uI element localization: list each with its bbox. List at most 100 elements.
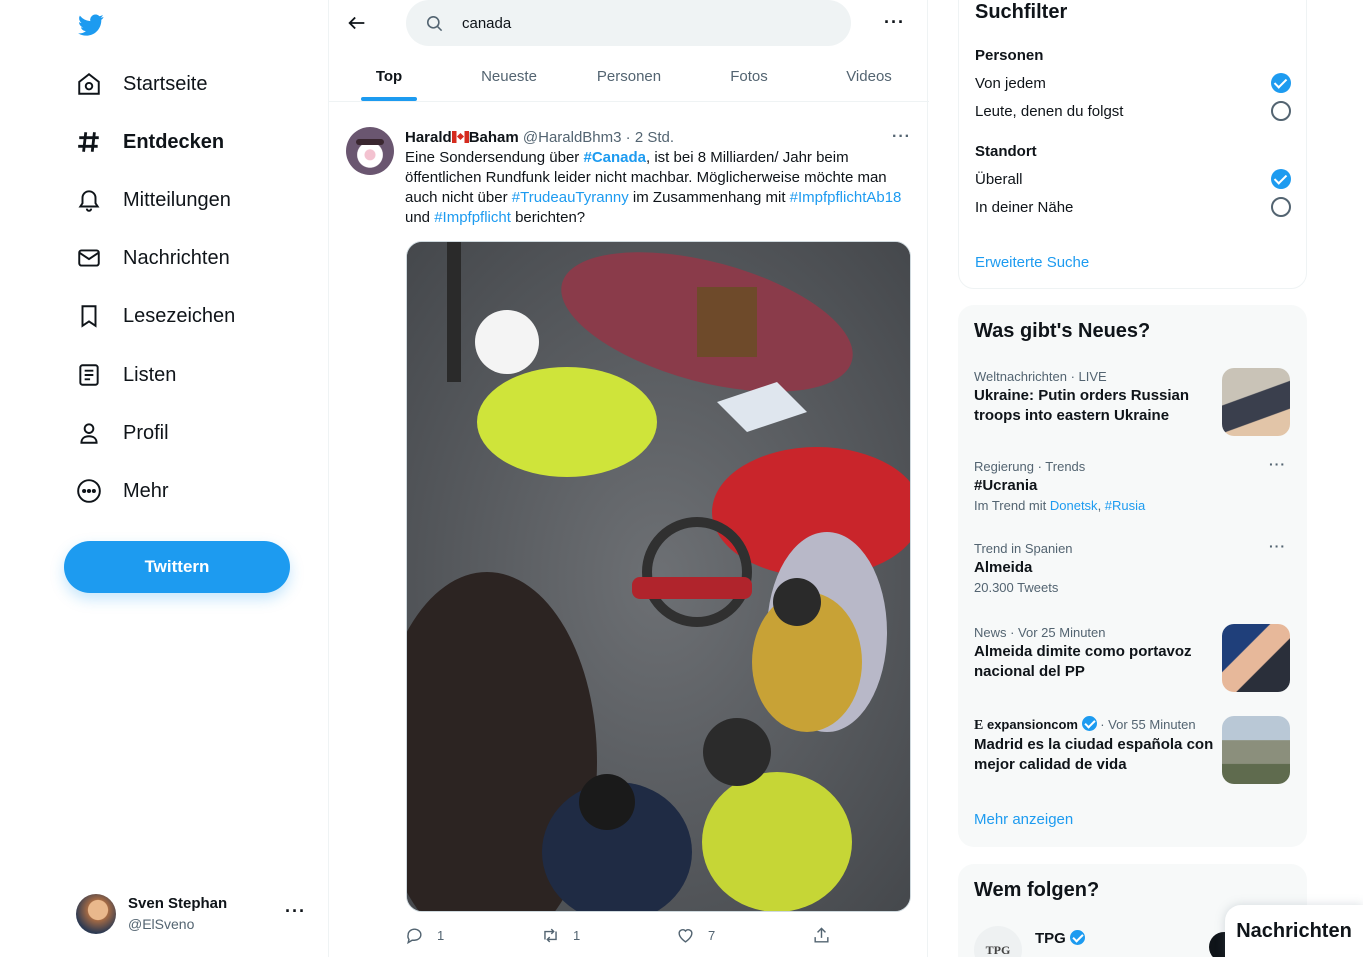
suggested-account-name[interactable]: TPG xyxy=(1035,930,1086,947)
more-icon[interactable]: ··· xyxy=(1269,456,1286,472)
verified-badge-icon xyxy=(1081,716,1097,731)
radio-icon[interactable] xyxy=(1271,197,1291,217)
account-handle: @ElSveno xyxy=(128,916,195,932)
photo-scene xyxy=(407,242,910,911)
filter-option-everywhere[interactable]: Überall xyxy=(975,169,1291,189)
trends-panel: Was gibt's Neues? Weltnachrichten · LIVE… xyxy=(958,305,1307,847)
nav-item-lists[interactable]: Listen xyxy=(76,355,176,395)
trend-thumbnail xyxy=(1222,716,1290,784)
more-icon[interactable]: ··· xyxy=(892,128,911,146)
nav-label: Entdecken xyxy=(123,130,225,153)
nav-item-explore[interactable]: Entdecken xyxy=(76,122,224,162)
trend-thumbnail xyxy=(1222,368,1290,436)
trend-item[interactable]: Regierung · Trends #Ucrania Im Trend mit… xyxy=(974,456,1290,518)
verified-badge-icon xyxy=(1070,930,1086,945)
tab-latest[interactable]: Neueste xyxy=(449,52,569,101)
like-button[interactable]: 7 xyxy=(676,926,715,945)
account-switcher[interactable]: Sven Stephan @ElSveno ··· xyxy=(76,893,306,935)
share-icon xyxy=(814,927,829,943)
hashtag-link[interactable]: #ImpfpflichtAb18 xyxy=(790,189,902,206)
trend-link[interactable]: Donetsk xyxy=(1050,498,1098,513)
reply-count: 1 xyxy=(437,928,445,943)
trend-item[interactable]: News · Vor 25 Minuten Almeida dimite com… xyxy=(974,624,1290,692)
nav-label: Mitteilungen xyxy=(123,188,231,211)
filter-option-anyone[interactable]: Von jedem xyxy=(975,73,1291,93)
tab-videos[interactable]: Videos xyxy=(809,52,929,101)
trend-item[interactable]: Weltnachrichten · LIVE Ukraine: Putin or… xyxy=(974,368,1290,436)
envelope-icon xyxy=(78,249,100,267)
radio-checked-icon[interactable] xyxy=(1271,169,1291,189)
main-column: ··· Top Neueste Personen Fotos Videos Ha… xyxy=(328,0,929,957)
more-icon[interactable]: ··· xyxy=(285,901,306,922)
avatar xyxy=(76,894,116,934)
show-more-link[interactable]: Mehr anzeigen xyxy=(974,811,1073,828)
nav-item-messages[interactable]: Nachrichten xyxy=(76,238,230,278)
trend-item[interactable]: E expansioncom · Vor 55 Minuten Madrid e… xyxy=(974,716,1290,784)
reply-icon xyxy=(407,928,422,945)
tweet-header: Harald Baham @HaraldBhm3 · 2 Std. xyxy=(405,128,674,148)
radio-checked-icon[interactable] xyxy=(1271,73,1291,93)
nav-item-more[interactable]: Mehr xyxy=(76,471,169,511)
nav-label: Listen xyxy=(123,363,177,386)
trend-link[interactable]: #Rusia xyxy=(1105,498,1145,513)
nav-item-home[interactable]: Startseite xyxy=(76,64,207,104)
filter-section-label: Standort xyxy=(975,143,1037,160)
tweet-author-name[interactable]: Harald Baham xyxy=(405,129,519,146)
heart-icon xyxy=(678,929,693,943)
hashtag-icon xyxy=(78,132,99,152)
panel-title: Was gibt's Neues? xyxy=(974,320,1151,342)
tweet-photo[interactable] xyxy=(406,241,911,912)
left-navigation: Startseite Entdecken Mitteilungen Nachri… xyxy=(0,0,328,957)
search-icon xyxy=(426,15,443,31)
tab-photos[interactable]: Fotos xyxy=(689,52,809,101)
tweet-actions: 1 1 7 xyxy=(405,926,845,948)
more-icon[interactable]: ··· xyxy=(1269,538,1286,554)
avatar[interactable] xyxy=(346,127,394,175)
list-icon xyxy=(79,364,99,386)
nav-label: Mehr xyxy=(123,479,169,502)
source-logo-icon: E xyxy=(974,718,984,733)
hashtag-link[interactable]: #Impfpflicht xyxy=(434,209,511,226)
tweet-time[interactable]: · 2 Std. xyxy=(626,129,674,146)
reply-button[interactable]: 1 xyxy=(405,926,444,945)
nav-label: Profil xyxy=(123,421,169,444)
home-icon xyxy=(78,73,100,95)
nav-label: Startseite xyxy=(123,72,208,95)
more-circle-icon xyxy=(77,479,101,503)
tweet[interactable]: Harald Baham @HaraldBhm3 · 2 Std. ··· Ein… xyxy=(329,113,929,957)
filter-option-following[interactable]: Leute, denen du folgst xyxy=(975,101,1291,121)
bookmark-icon xyxy=(81,305,97,328)
nav-label: Lesezeichen xyxy=(123,304,236,327)
person-icon xyxy=(80,423,98,444)
tweet-author-handle[interactable]: @HaraldBhm3 xyxy=(523,129,622,146)
search-input[interactable] xyxy=(462,14,822,32)
nav-label: Nachrichten xyxy=(123,246,230,269)
hashtag-link[interactable]: #TrudeauTyranny xyxy=(512,189,629,206)
avatar[interactable]: TPG xyxy=(974,926,1022,957)
retweet-button[interactable]: 1 xyxy=(541,926,580,945)
nav-item-bookmarks[interactable]: Lesezeichen xyxy=(76,296,235,336)
panel-title: Suchfilter xyxy=(975,1,1068,23)
share-button[interactable] xyxy=(812,926,844,945)
back-arrow-icon[interactable] xyxy=(346,12,368,34)
radio-icon[interactable] xyxy=(1271,101,1291,121)
twitter-logo-icon[interactable] xyxy=(76,12,106,38)
nav-item-notifications[interactable]: Mitteilungen xyxy=(76,180,231,220)
messages-drawer[interactable]: Nachrichten xyxy=(1225,905,1363,957)
nav-item-profile[interactable]: Profil xyxy=(76,413,169,453)
canada-flag-icon xyxy=(451,131,469,143)
filter-section-label: Personen xyxy=(975,47,1044,64)
tab-top[interactable]: Top xyxy=(329,52,449,101)
tweet-button[interactable]: Twittern xyxy=(64,541,290,593)
panel-title: Wem folgen? xyxy=(974,879,1100,901)
filter-option-nearby[interactable]: In deiner Nähe xyxy=(975,197,1291,217)
more-icon[interactable]: ··· xyxy=(884,12,905,33)
retweet-count: 1 xyxy=(573,928,581,943)
tab-people[interactable]: Personen xyxy=(569,52,689,101)
hashtag-link[interactable]: #Canada xyxy=(583,149,646,166)
search-bar[interactable] xyxy=(406,0,851,46)
advanced-search-link[interactable]: Erweiterte Suche xyxy=(975,254,1089,271)
search-filter-panel: Suchfilter Personen Von jedem Leute, den… xyxy=(958,0,1307,289)
search-tabs: Top Neueste Personen Fotos Videos xyxy=(329,52,929,102)
trend-item[interactable]: Trend in Spanien Almeida 20.300 Tweets ·… xyxy=(974,538,1290,600)
